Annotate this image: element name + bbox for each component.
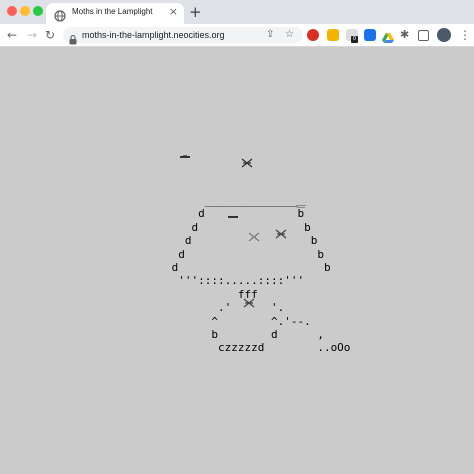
extension-blue-icon[interactable]	[364, 29, 376, 41]
address-bar[interactable]: moths-in-the-lamplight.neocities.org ⇪ ☆	[63, 27, 303, 45]
moth-icon	[247, 232, 261, 242]
share-icon[interactable]: ⇪	[266, 28, 274, 42]
lock-icon[interactable]	[69, 30, 77, 45]
extension-yellow-icon[interactable]	[327, 29, 339, 41]
extensions-puzzle-icon[interactable]: ✱	[400, 27, 409, 43]
tab-strip: Moths in the Lamplight × +	[0, 0, 474, 24]
moth-icon	[274, 229, 288, 239]
new-tab-button[interactable]: +	[189, 2, 202, 22]
browser-menu-icon[interactable]: ⋮	[459, 27, 471, 43]
moth-icon	[294, 202, 308, 212]
extension-red-icon[interactable]	[307, 29, 319, 41]
globe-icon	[54, 7, 66, 22]
window-minimize-button[interactable]	[20, 6, 30, 16]
lamp-ascii-art: ______________ d b d b d b d b d b '''::…	[171, 194, 351, 355]
forward-button[interactable]: →	[27, 27, 37, 43]
moth-icon	[178, 152, 192, 162]
moth-icon	[242, 298, 256, 308]
browser-tab[interactable]: Moths in the Lamplight ×	[46, 3, 184, 24]
profile-avatar[interactable]	[437, 28, 451, 42]
window-maximize-button[interactable]	[33, 6, 43, 16]
google-drive-icon[interactable]	[382, 29, 394, 43]
back-button[interactable]: ←	[7, 27, 17, 43]
reload-button[interactable]: ↻	[45, 27, 55, 43]
url-text[interactable]: moths-in-the-lamplight.neocities.org	[82, 29, 225, 41]
close-icon[interactable]: ×	[169, 5, 178, 19]
window-close-button[interactable]	[7, 6, 17, 16]
moth-icon	[240, 158, 254, 168]
moth-icon	[226, 212, 240, 222]
side-panel-icon[interactable]	[418, 30, 429, 41]
browser-toolbar: ← → ↻ moths-in-the-lamplight.neocities.o…	[0, 24, 474, 47]
tab-title: Moths in the Lamplight	[72, 7, 153, 16]
bookmark-star-icon[interactable]: ☆	[285, 28, 294, 42]
extension-badge: 0	[351, 36, 358, 43]
